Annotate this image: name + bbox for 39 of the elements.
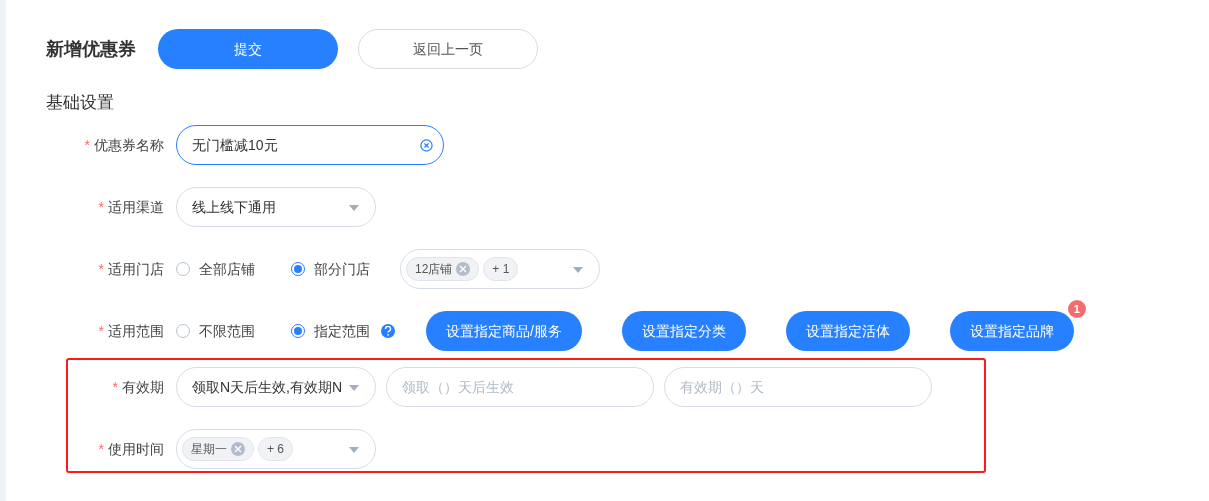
- caret-icon: [349, 385, 359, 391]
- tag: + 1: [483, 257, 519, 281]
- field-label: * 适用门店: [46, 258, 176, 280]
- action-button[interactable]: 设置指定分类: [621, 311, 746, 351]
- tag: + 6: [258, 437, 293, 461]
- field-label: * 使用时间: [68, 438, 176, 460]
- required-mark: *: [112, 377, 118, 397]
- input-field[interactable]: 领取（）天后生效: [386, 367, 654, 407]
- section-title: 基础设置: [46, 92, 115, 114]
- required-mark: *: [98, 197, 104, 217]
- tag: 12店铺: [406, 257, 480, 281]
- required-mark: *: [98, 439, 104, 459]
- input-field[interactable]: 有效期（）天: [664, 367, 932, 407]
- remove-icon[interactable]: [231, 442, 245, 456]
- field-label: * 优惠券名称: [46, 134, 176, 156]
- help-icon[interactable]: [381, 324, 395, 338]
- action-button[interactable]: 设置指定商品/服务: [426, 311, 582, 351]
- page-title: 新增优惠券: [46, 37, 136, 61]
- tag: 星期一: [182, 437, 254, 461]
- required-mark: *: [98, 321, 104, 341]
- submit-button[interactable]: 提交: [158, 29, 338, 69]
- action-button[interactable]: 设置指定品牌: [949, 311, 1074, 351]
- notification-badge: 1: [1067, 300, 1086, 318]
- caret-icon: [349, 205, 359, 211]
- radio-option[interactable]: 部分门店: [291, 258, 370, 280]
- back-button[interactable]: 返回上一页: [358, 29, 538, 69]
- radio-option[interactable]: 指定范围: [291, 320, 370, 342]
- radio-option[interactable]: 全部店铺: [176, 258, 255, 280]
- field-label: * 适用渠道: [46, 196, 176, 218]
- field-label: * 适用范围: [46, 320, 176, 342]
- caret-icon: [573, 267, 583, 273]
- remove-icon[interactable]: [456, 262, 471, 276]
- required-mark: *: [98, 259, 104, 279]
- caret-icon: [349, 447, 359, 453]
- field-label: * 有效期: [68, 376, 176, 398]
- radio-option[interactable]: 不限范围: [176, 320, 255, 342]
- action-button[interactable]: 设置指定活体: [785, 311, 910, 351]
- clear-icon[interactable]: [420, 139, 433, 152]
- required-mark: *: [84, 135, 90, 155]
